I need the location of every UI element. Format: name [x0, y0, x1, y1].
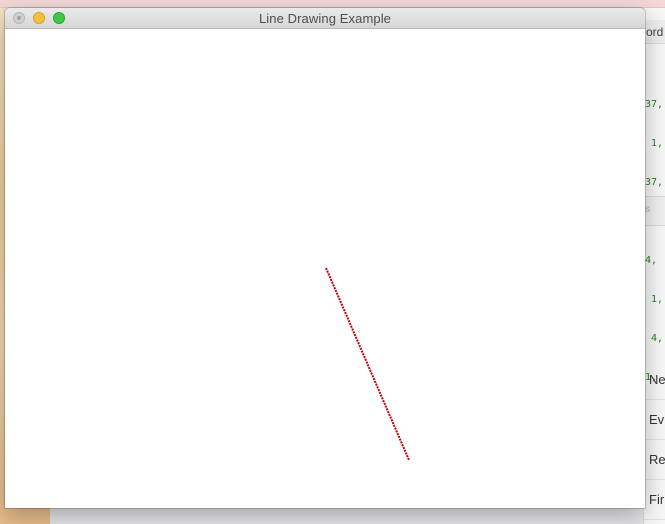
drawn-line — [325, 267, 410, 461]
drawing-canvas-svg — [325, 267, 410, 461]
code-line: 37, — [645, 99, 664, 110]
background-window-bottom — [50, 506, 665, 524]
background-list-item[interactable]: Re — [643, 440, 665, 480]
code-line: 4, — [645, 333, 664, 344]
background-list-item[interactable]: Ev — [643, 400, 665, 440]
background-list-item[interactable]: Fir — [643, 480, 665, 520]
background-list-item-label: Re — [649, 452, 665, 467]
window-title: Line Drawing Example — [258, 11, 392, 26]
code-line: 4, — [645, 255, 658, 266]
background-code-block: 37, 1, 37, 1, 4, 1, 4, 1, — [645, 72, 665, 397]
code-line: 1, — [645, 294, 664, 305]
drawing-canvas[interactable] — [5, 29, 645, 508]
background-section-label: s — [645, 204, 650, 215]
code-line: 37, — [645, 177, 664, 188]
background-list-item-label: Ev — [649, 412, 665, 427]
background-list-item[interactable]: Ne — [643, 360, 665, 400]
background-window-strip — [0, 0, 665, 8]
window-titlebar[interactable]: Line Drawing Example — [5, 8, 645, 29]
line-drawing-window: Line Drawing Example — [5, 8, 645, 508]
background-list: Ne Ev Re Fir — [643, 360, 665, 520]
code-line: 1, — [645, 138, 664, 149]
background-list-item-label: Fir — [649, 492, 665, 507]
background-header-label: ord — [646, 25, 664, 39]
background-list-item-label: Ne — [649, 372, 665, 387]
